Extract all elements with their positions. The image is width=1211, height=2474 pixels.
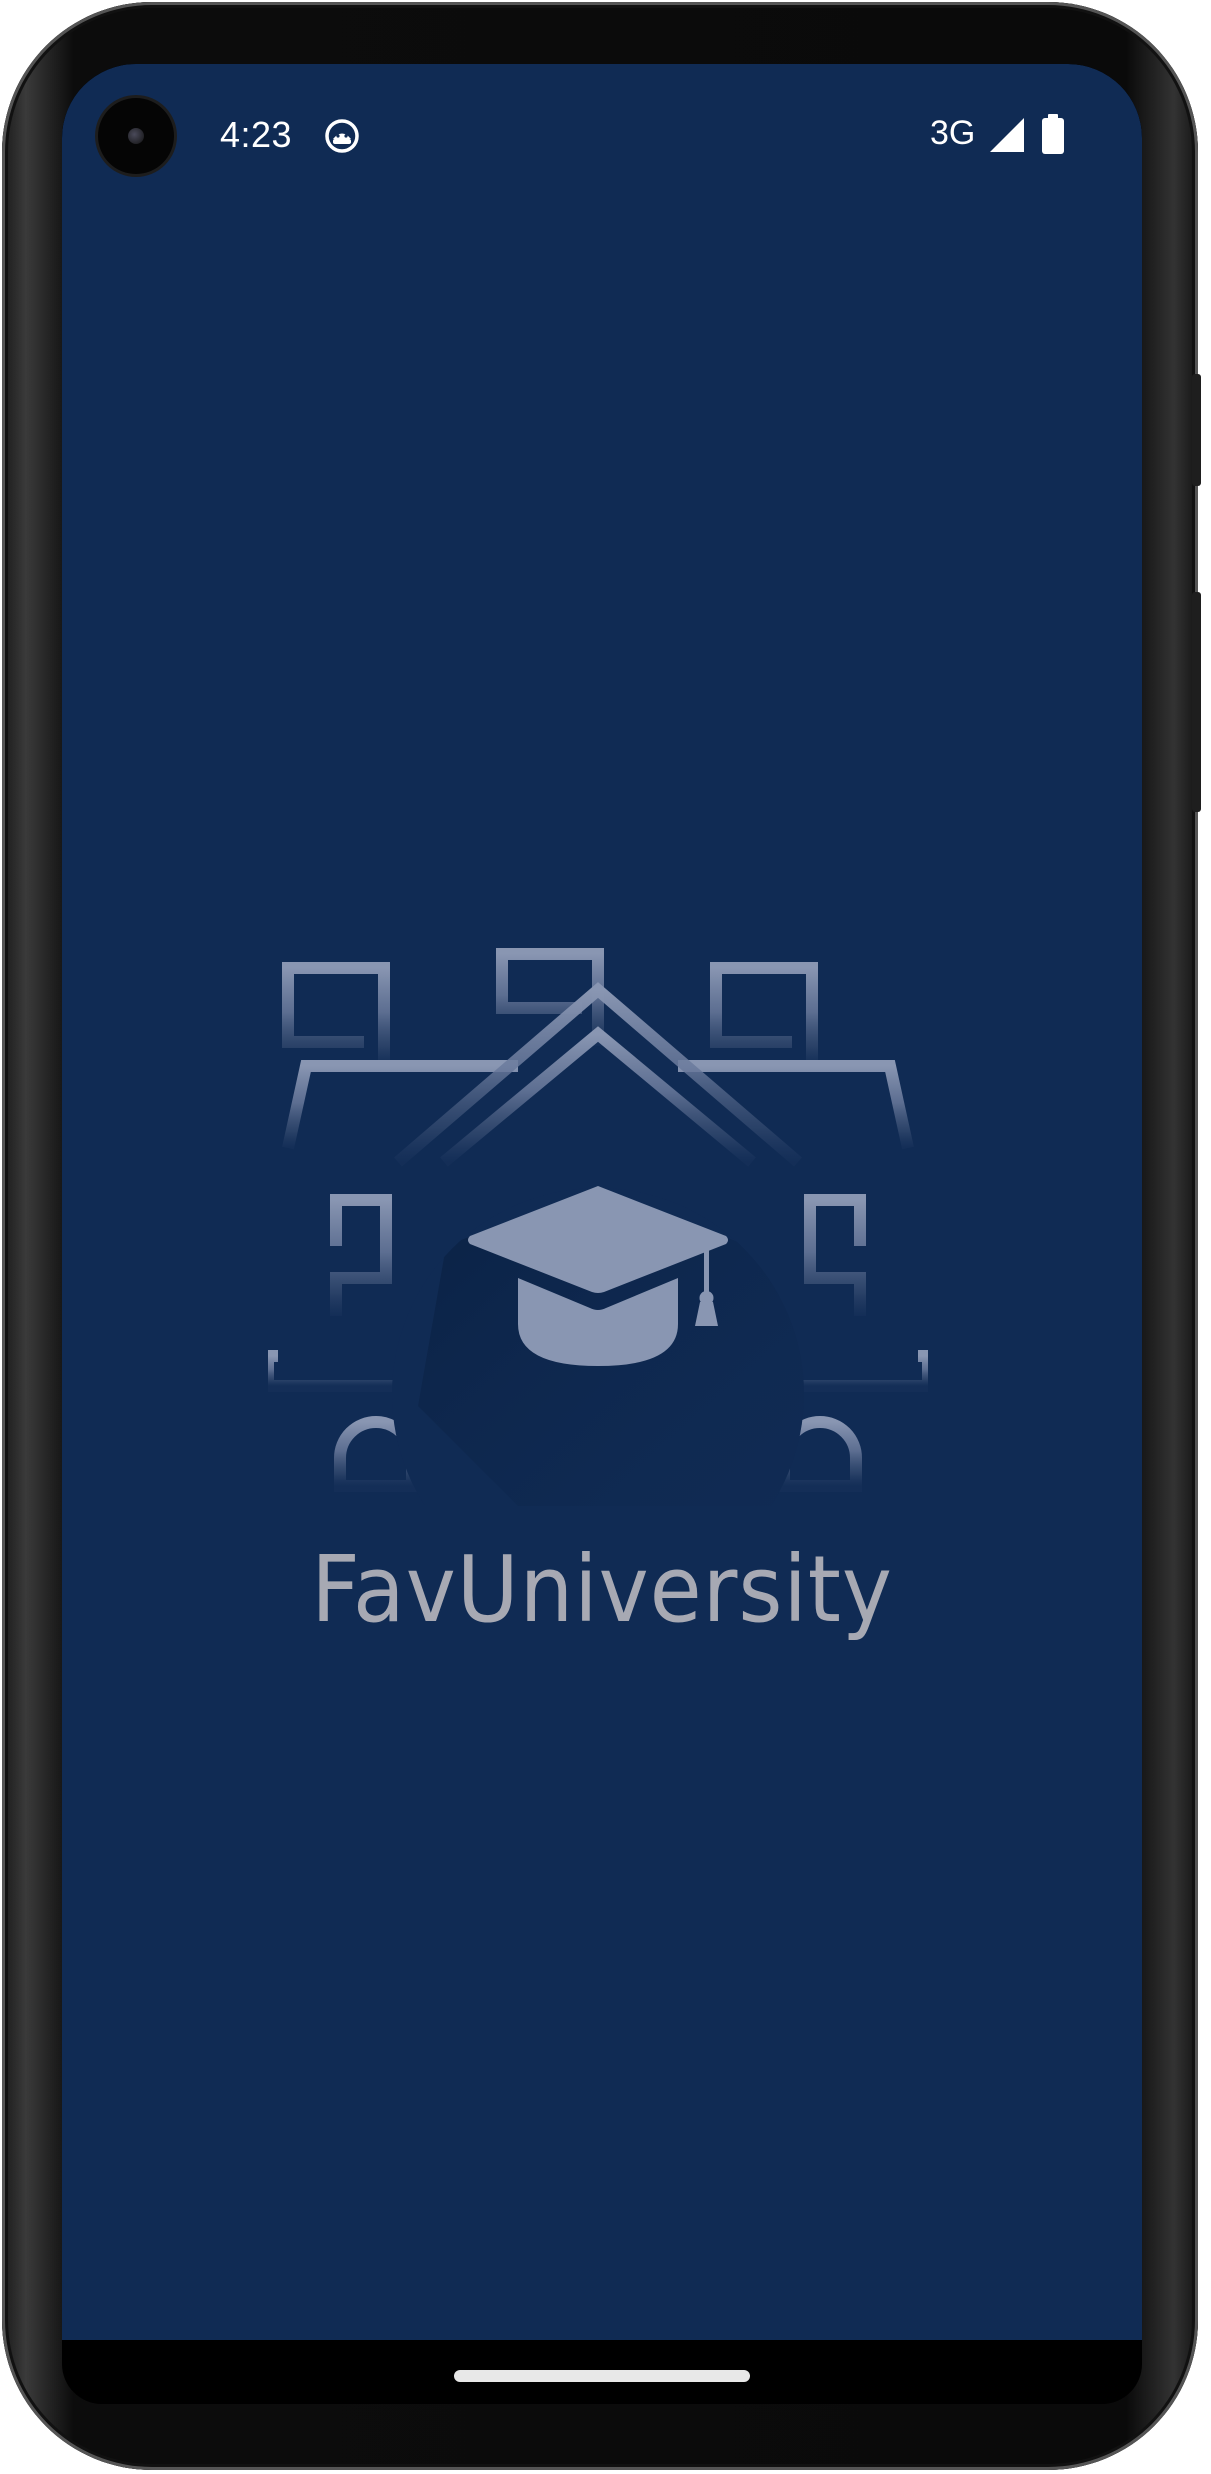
app-name: FavUniversity [311, 1536, 893, 1643]
university-graduation-cap-icon [268, 948, 928, 1506]
status-time: 4:23 [220, 114, 293, 155]
phone-frame: 4:23 3G FavUniversity [2, 2, 1201, 2470]
volume-button [1192, 374, 1201, 486]
front-camera [98, 98, 174, 174]
splash-screen: 4:23 3G FavUniversity [62, 64, 1142, 2340]
android-debug-icon [325, 119, 359, 153]
battery-full-icon [1042, 114, 1064, 154]
network-type: 3G [930, 114, 976, 152]
cellular-signal-icon [990, 118, 1024, 152]
power-button [1192, 592, 1201, 812]
home-gesture-pill[interactable] [454, 2370, 750, 2382]
screen: 4:23 3G FavUniversity [62, 64, 1142, 2404]
